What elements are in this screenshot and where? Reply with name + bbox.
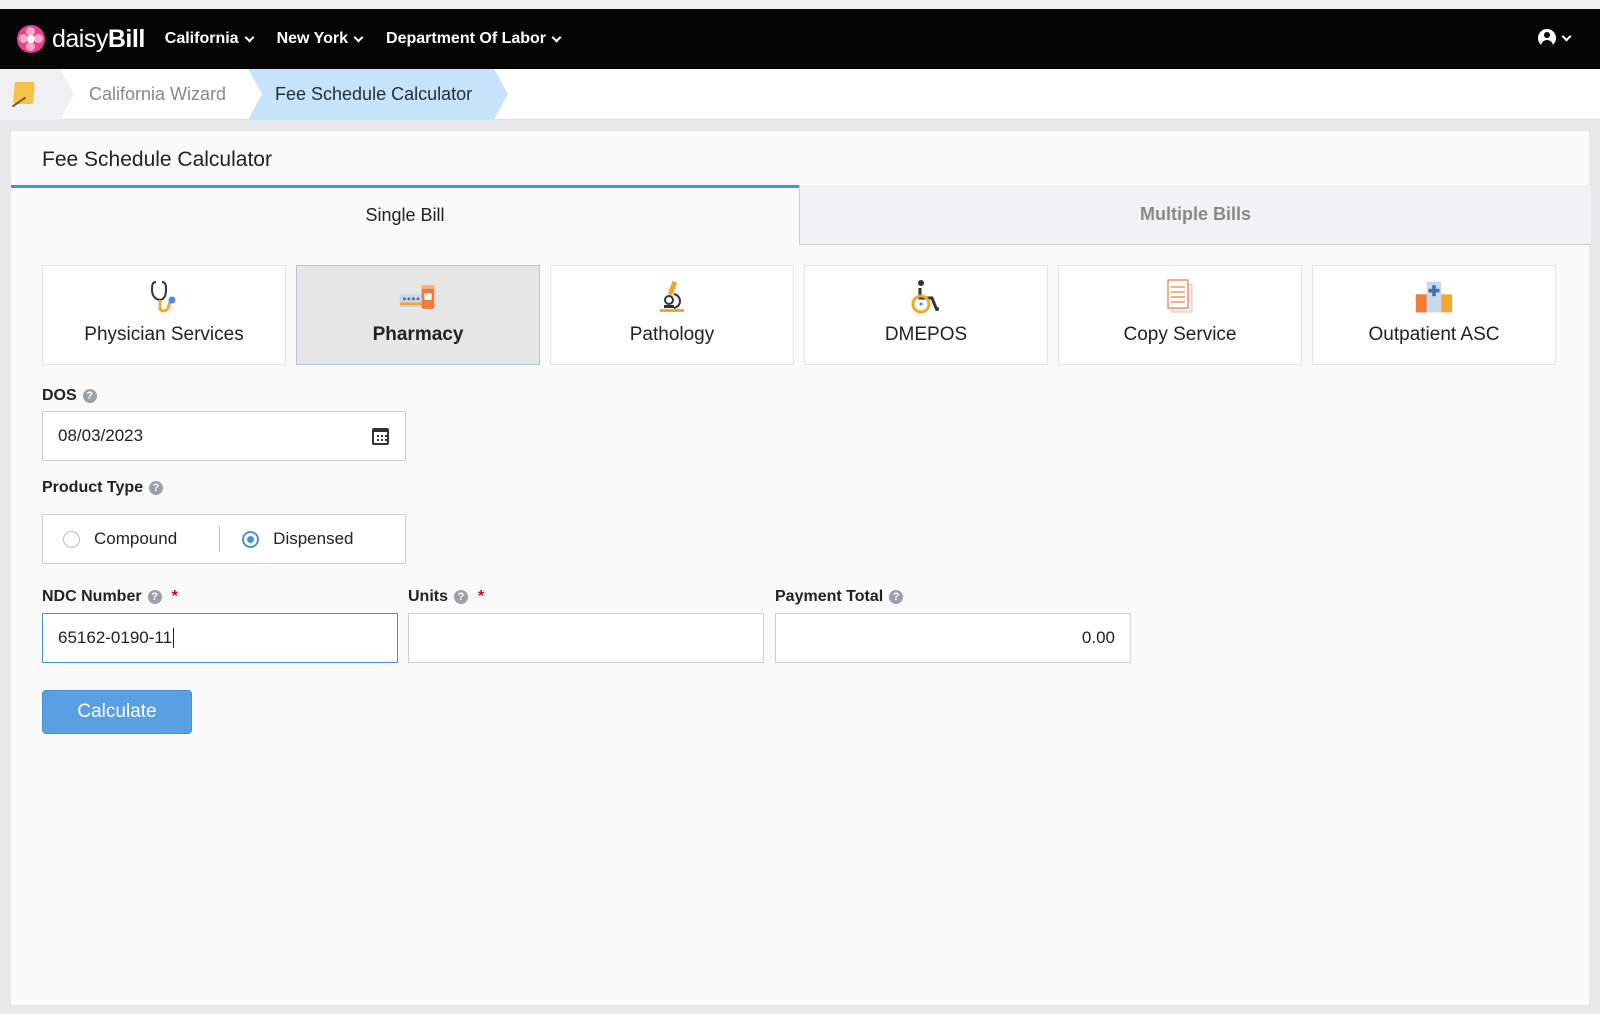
chevron-down-icon — [1561, 31, 1572, 41]
ndc-number-input[interactable]: 65162-0190-11 — [42, 613, 398, 663]
category-pharmacy[interactable]: Pharmacy — [296, 265, 540, 365]
help-icon[interactable]: ? — [147, 590, 162, 604]
category-pathology[interactable]: Pathology — [550, 265, 794, 365]
microscope-icon — [660, 281, 684, 312]
page-title: Fee Schedule Calculator — [42, 148, 272, 171]
radio-option-compound[interactable]: Compound — [63, 529, 177, 549]
calculator-panel: Fee Schedule Calculator Single Bill Mult… — [10, 130, 1591, 1006]
product-type-radio-group: Compound Dispensed — [42, 514, 406, 564]
radio-label: Compound — [94, 529, 178, 548]
category-outpatient-asc[interactable]: Outpatient ASC — [1312, 265, 1556, 365]
notepad-icon — [13, 82, 35, 104]
product-type-label: Product Type ? — [42, 479, 164, 497]
user-avatar-icon — [1538, 29, 1556, 47]
top-navbar: daisyBill California New York Department… — [0, 9, 1600, 69]
calculate-button[interactable]: Calculate — [42, 690, 192, 734]
hospital-icon — [1415, 281, 1453, 313]
text-cursor — [173, 628, 175, 648]
tab-multiple-bills[interactable]: Multiple Bills — [799, 185, 1591, 245]
radio-dispensed[interactable] — [242, 530, 260, 548]
nav-item-department-of-labor[interactable]: Department Of Labor — [386, 30, 562, 48]
daisy-logo-icon — [17, 25, 45, 53]
radio-compound[interactable] — [63, 530, 80, 548]
service-category-row: Physician Services Pharmacy Pathology DM… — [42, 265, 1566, 365]
nav-item-label: California — [164, 30, 239, 47]
chevron-down-icon — [244, 32, 255, 42]
category-label: Pharmacy — [372, 324, 464, 345]
bill-tabs: Single Bill Multiple Bills — [11, 185, 1591, 245]
dos-label-text: DOS — [42, 387, 77, 404]
ndc-number-label: NDC Number ? * — [42, 588, 178, 606]
required-marker: * — [478, 588, 485, 605]
help-icon[interactable]: ? — [454, 590, 468, 604]
help-icon[interactable]: ? — [82, 389, 97, 403]
nav-item-new-york[interactable]: New York — [276, 30, 364, 48]
dos-value: 08/03/2023 — [58, 426, 144, 445]
radio-option-dispensed[interactable]: Dispensed — [242, 529, 354, 549]
payment-total-field[interactable]: 0.00 — [775, 613, 1131, 663]
radio-divider — [219, 526, 221, 552]
brand-name: daisyBill — [52, 24, 145, 53]
nav-item-california[interactable]: California — [164, 30, 255, 48]
stethoscope-icon — [150, 281, 176, 313]
dos-date-field[interactable]: 08/03/2023 — [42, 411, 406, 461]
brand-logo[interactable]: daisyBill — [17, 25, 145, 54]
units-label-text: Units — [408, 588, 448, 605]
dos-label: DOS ? — [42, 387, 97, 405]
wheelchair-icon — [911, 280, 939, 314]
payment-total-value: 0.00 — [1081, 628, 1115, 647]
category-label: Outpatient ASC — [1368, 324, 1500, 345]
breadcrumb-home[interactable] — [0, 69, 60, 120]
tab-single-bill[interactable]: Single Bill — [11, 185, 799, 245]
breadcrumb-fee-schedule-calculator[interactable]: Fee Schedule Calculator — [275, 84, 472, 105]
category-label: Pathology — [629, 324, 715, 345]
category-physician-services[interactable]: Physician Services — [42, 265, 286, 365]
help-icon[interactable]: ? — [889, 590, 904, 604]
document-icon — [1167, 279, 1193, 313]
ndc-label-text: NDC Number — [42, 588, 142, 605]
nav-item-label: New York — [276, 30, 349, 47]
category-label: Copy Service — [1123, 324, 1237, 345]
breadcrumb-california-wizard[interactable]: California Wizard — [89, 84, 226, 105]
nav-item-label: Department Of Labor — [386, 30, 547, 47]
breadcrumb: California Wizard Fee Schedule Calculato… — [0, 69, 1600, 120]
breadcrumb-arrow — [494, 69, 508, 120]
breadcrumb-notch — [248, 69, 262, 120]
radio-label: Dispensed — [273, 529, 354, 548]
payment-total-label-text: Payment Total — [775, 588, 884, 605]
user-menu[interactable] — [1538, 29, 1572, 47]
chevron-down-icon — [353, 32, 364, 42]
category-dmepos[interactable]: DMEPOS — [804, 265, 1048, 365]
help-icon[interactable]: ? — [149, 481, 164, 495]
category-label: Physician Services — [84, 324, 244, 345]
product-type-label-text: Product Type — [42, 479, 144, 496]
category-copy-service[interactable]: Copy Service — [1058, 265, 1302, 365]
payment-total-label: Payment Total ? — [775, 588, 904, 606]
breadcrumb-separator — [60, 69, 74, 120]
category-label: DMEPOS — [884, 324, 968, 345]
units-label: Units ? * — [408, 588, 484, 606]
ndc-value: 65162-0190-11 — [58, 628, 173, 647]
window-top-strip — [0, 0, 1600, 9]
calendar-icon[interactable] — [372, 428, 389, 445]
state-nav-menu: California New York Department Of Labor — [165, 30, 584, 48]
units-input[interactable] — [408, 613, 764, 663]
chevron-down-icon — [551, 32, 562, 42]
pharmacy-icon — [399, 285, 435, 309]
required-marker: * — [171, 588, 178, 605]
